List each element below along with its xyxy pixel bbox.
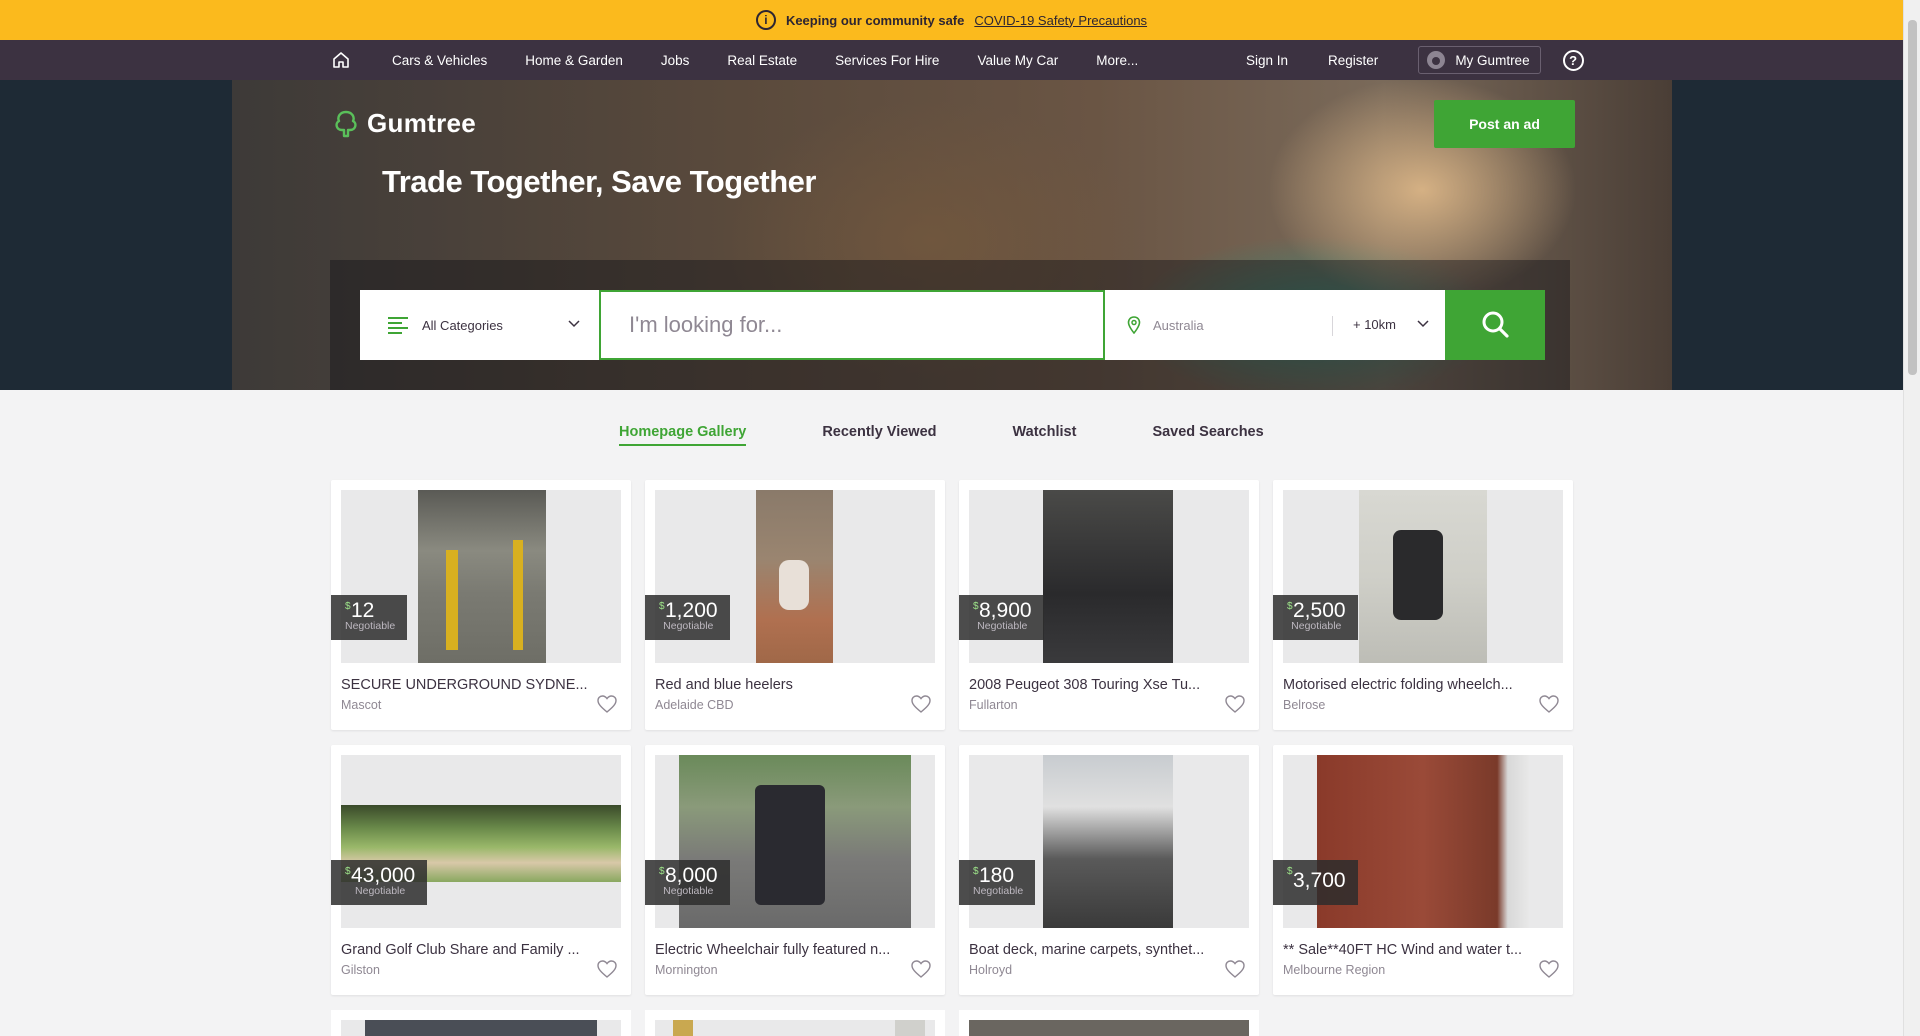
- price-tag: $8,900 Negotiable: [959, 595, 1044, 640]
- info-icon: i: [755, 10, 776, 30]
- price-tag: $12 Negotiable: [331, 595, 408, 640]
- nav-real-estate[interactable]: Real Estate: [727, 53, 797, 68]
- listing-location: Holroyd: [969, 963, 1013, 977]
- tab-recently-viewed[interactable]: Recently Viewed: [822, 424, 936, 446]
- listing-image: [655, 1020, 935, 1036]
- nav-services-for-hire[interactable]: Services For Hire: [835, 53, 939, 68]
- listing-title[interactable]: ** Sale**40FT HC Wind and water t...: [1283, 942, 1533, 958]
- listing-card[interactable]: $2,500 Negotiable Motorised electric fold…: [1273, 480, 1573, 730]
- search-icon: [1482, 311, 1509, 338]
- chevron-down-icon: [568, 320, 580, 328]
- category-list-icon: [388, 314, 408, 337]
- tab-watchlist[interactable]: Watchlist: [1013, 424, 1077, 446]
- covid-banner: i Keeping our community safe COVID-19 Sa…: [0, 0, 1903, 40]
- tab-saved-searches[interactable]: Saved Searches: [1152, 424, 1263, 446]
- help-icon[interactable]: ?: [1562, 49, 1584, 71]
- keyword-field-wrap: [599, 290, 1105, 360]
- listing-card[interactable]: $12 Negotiable SECURE UNDERGROUND SYDNE..…: [331, 480, 631, 730]
- listing-title[interactable]: Grand Golf Club Share and Family ...: [341, 942, 591, 958]
- listing-image: [341, 1020, 621, 1036]
- listing-title[interactable]: Electric Wheelchair fully featured n...: [655, 942, 905, 958]
- sign-in-link[interactable]: Sign In: [1246, 53, 1288, 68]
- price-tag: $1,200 Negotiable: [645, 595, 730, 640]
- price-tag: $180 Negotiable: [959, 860, 1036, 905]
- location-value: Australia: [1153, 317, 1204, 333]
- listing-card[interactable]: $43,000 Negotiable Grand Golf Club Share …: [331, 745, 631, 995]
- listing-title[interactable]: Motorised electric folding wheelch...: [1283, 677, 1533, 693]
- nav-cars-vehicles[interactable]: Cars & Vehicles: [392, 53, 487, 68]
- listing-card[interactable]: $180 Negotiable Boat deck, marine carpets…: [959, 745, 1259, 995]
- nav-jobs[interactable]: Jobs: [661, 53, 690, 68]
- listing-location: Adelaide CBD: [655, 698, 734, 712]
- scrollbar-thumb[interactable]: [1908, 20, 1917, 375]
- avatar-icon: [1427, 51, 1446, 69]
- top-nav: Cars & Vehicles Home & Garden Jobs Real …: [0, 40, 1903, 80]
- listing-location: Melbourne Region: [1283, 963, 1386, 977]
- covid-safety-link[interactable]: COVID-19 Safety Precautions: [974, 13, 1147, 28]
- watchlist-heart-icon[interactable]: [910, 959, 932, 979]
- nav-more[interactable]: More...: [1096, 53, 1138, 68]
- watchlist-heart-icon[interactable]: [1538, 959, 1560, 979]
- banner-text: Keeping our community safe: [785, 12, 965, 28]
- page-scrollbar[interactable]: [1903, 0, 1920, 1036]
- listing-image: [969, 1020, 1249, 1036]
- watchlist-heart-icon[interactable]: [1224, 694, 1246, 714]
- location-pin-icon: [1127, 316, 1141, 334]
- listing-title[interactable]: SECURE UNDERGROUND SYDNE...: [341, 677, 591, 693]
- gallery-tabs: Homepage Gallery Recently Viewed Watchli…: [619, 424, 1340, 446]
- listing-card[interactable]: [331, 1010, 631, 1036]
- listing-location: Gilston: [341, 963, 380, 977]
- gumtree-logo[interactable]: Gumtree: [333, 108, 476, 139]
- listing-title[interactable]: Red and blue heelers: [655, 677, 905, 693]
- category-select[interactable]: All Categories: [360, 290, 599, 360]
- hero-tagline: Trade Together, Save Together: [382, 164, 816, 199]
- listing-title[interactable]: Boat deck, marine carpets, synthet...: [969, 942, 1219, 958]
- watchlist-heart-icon[interactable]: [910, 694, 932, 714]
- home-icon[interactable]: [330, 49, 352, 71]
- listing-card[interactable]: $1,200 Negotiable Red and blue heelers Ad…: [645, 480, 945, 730]
- nav-value-my-car[interactable]: Value My Car: [977, 53, 1058, 68]
- listing-title[interactable]: 2008 Peugeot 308 Touring Xse Tu...: [969, 677, 1219, 693]
- listing-location: Mascot: [341, 698, 382, 712]
- listing-card[interactable]: $8,000 Negotiable Electric Wheelchair ful…: [645, 745, 945, 995]
- my-gumtree-button[interactable]: My Gumtree: [1418, 46, 1541, 74]
- logo-text: Gumtree: [367, 108, 477, 138]
- listing-card[interactable]: $3,700 ** Sale**40FT HC Wind and water t…: [1273, 745, 1573, 995]
- price-tag: $3,700: [1273, 860, 1358, 905]
- post-ad-button[interactable]: Post an ad: [1434, 100, 1575, 148]
- my-gumtree-label: My Gumtree: [1455, 52, 1530, 68]
- gumtree-leaf-icon: [335, 110, 357, 137]
- watchlist-heart-icon[interactable]: [596, 959, 618, 979]
- category-value: All Categories: [422, 317, 503, 333]
- price-tag: $8,000 Negotiable: [645, 860, 730, 905]
- price-tag: $2,500 Negotiable: [1273, 595, 1358, 640]
- watchlist-heart-icon[interactable]: [596, 694, 618, 714]
- listing-location: Fullarton: [969, 698, 1018, 712]
- listing-card[interactable]: [959, 1010, 1259, 1036]
- listing-card[interactable]: [645, 1010, 945, 1036]
- tab-homepage-gallery[interactable]: Homepage Gallery: [619, 424, 747, 446]
- register-link[interactable]: Register: [1328, 53, 1378, 68]
- radius-select[interactable]: + 10km: [1353, 317, 1396, 332]
- price-tag: $43,000 Negotiable: [331, 860, 428, 905]
- search-bar: All Categories Australia + 10km: [360, 290, 1545, 360]
- search-button[interactable]: [1445, 290, 1545, 360]
- keyword-search-input[interactable]: [629, 312, 1069, 338]
- watchlist-heart-icon[interactable]: [1538, 694, 1560, 714]
- listing-card[interactable]: $8,900 Negotiable 2008 Peugeot 308 Tourin…: [959, 480, 1259, 730]
- nav-home-garden[interactable]: Home & Garden: [525, 53, 623, 68]
- chevron-down-icon: [1417, 320, 1429, 328]
- location-field[interactable]: Australia + 10km: [1105, 290, 1445, 360]
- watchlist-heart-icon[interactable]: [1224, 959, 1246, 979]
- listing-location: Belrose: [1283, 698, 1326, 712]
- listing-location: Mornington: [655, 963, 718, 977]
